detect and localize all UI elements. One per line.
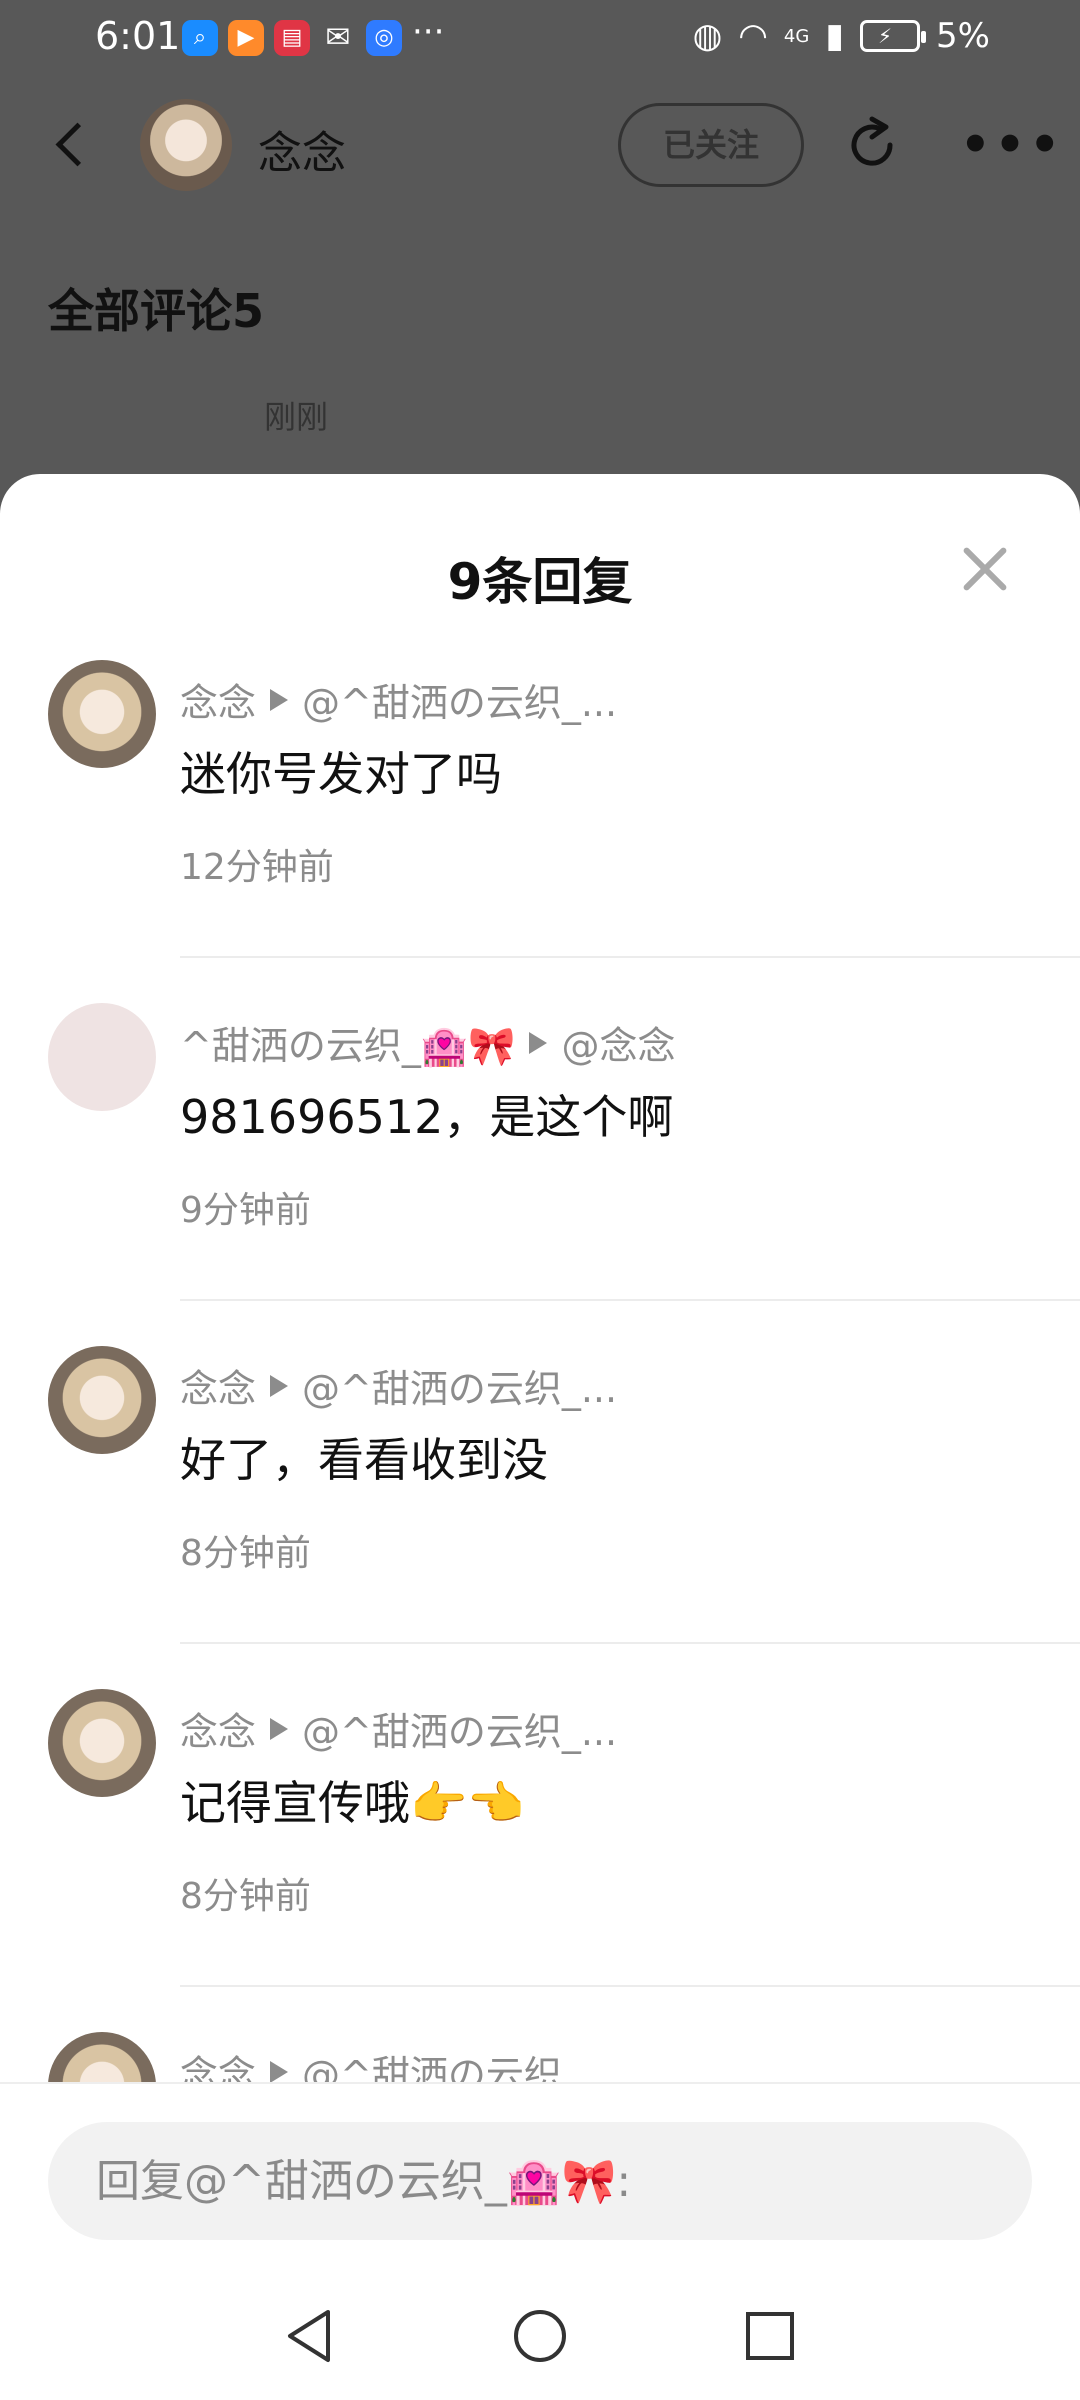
signal-icon: ▮ — [825, 16, 845, 56]
reply-text: 记得宣传哦👉👈 — [180, 1776, 525, 1830]
back-arrow-icon[interactable] — [50, 123, 94, 167]
avatar[interactable] — [48, 1346, 156, 1454]
avatar[interactable] — [48, 1689, 156, 1797]
sheet-title: 9条回复 — [447, 553, 633, 611]
reply-arrow-icon — [270, 1374, 289, 1397]
username[interactable]: 念念 — [258, 117, 346, 181]
reply-target[interactable]: @^甜洒の云织 — [302, 2044, 562, 2084]
reply-text: 好了，看看收到没 — [180, 1433, 548, 1487]
book-app-icon: ▤ — [274, 20, 310, 56]
wechat-icon: ✉ — [325, 20, 351, 55]
reply-time: 9分钟前 — [180, 1190, 311, 1231]
status-bar: 6:01 ⌕ ▶ ▤ ✉ ◎ ··· ◍ ◠ 4G ▮ ⚡ 5% — [0, 0, 1080, 80]
nav-home-icon[interactable] — [508, 2304, 572, 2368]
all-comments-heading: 全部评论5 — [48, 284, 265, 338]
divider — [180, 1985, 1080, 1987]
background-page: 6:01 ⌕ ▶ ▤ ✉ ◎ ··· ◍ ◠ 4G ▮ ⚡ 5% 念念 已关注 — [0, 0, 1080, 480]
status-right: ◍ ◠ 4G ▮ ⚡ 5% — [693, 16, 990, 56]
reply-header: ^甜洒の云织_🏩🎀 @念念 — [180, 1015, 676, 1070]
search-app-icon: ⌕ — [182, 20, 218, 56]
top-bar: 念念 已关注 ••• — [0, 95, 1080, 195]
browser-app-icon: ◎ — [366, 20, 402, 56]
divider — [180, 1299, 1080, 1301]
reply-author[interactable]: 念念 — [180, 1358, 256, 1413]
reply-item[interactable]: ^甜洒の云织_🏩🎀 @念念 981696512，是这个啊 9分钟前 — [0, 1003, 1080, 1346]
system-nav-bar — [0, 2280, 1080, 2390]
reply-author[interactable]: 念念 — [180, 672, 256, 727]
reply-author[interactable]: 念念 — [180, 1701, 256, 1756]
reply-author[interactable]: 念念 — [180, 2044, 256, 2084]
reply-item[interactable]: 念念 @^甜洒の云织_... 好了，看看收到没 8分钟前 — [0, 1346, 1080, 1689]
reply-target[interactable]: @^甜洒の云织_... — [302, 1358, 617, 1413]
volte-icon: ◍ — [692, 16, 723, 56]
reply-time: 12分钟前 — [180, 847, 334, 888]
reply-arrow-icon — [270, 2060, 289, 2083]
reply-item[interactable]: 念念 @^甜洒の云织 — [0, 2032, 1080, 2084]
reply-arrow-icon — [270, 688, 289, 711]
reply-arrow-icon — [529, 1031, 548, 1054]
nav-back-icon[interactable] — [278, 2304, 342, 2368]
reply-header: 念念 @^甜洒の云织 — [180, 2044, 562, 2084]
wifi-icon: ◠ — [738, 16, 768, 56]
reply-target[interactable]: @^甜洒の云织_... — [302, 1701, 617, 1756]
divider — [180, 956, 1080, 958]
comment-timestamp: 刚刚 — [264, 398, 329, 436]
reply-item[interactable]: 念念 @^甜洒の云织_... 迷你号发对了吗 12分钟前 — [0, 660, 1080, 1003]
more-notifications: ··· — [412, 12, 445, 52]
replies-sheet: 9条回复 念念 @^甜洒の云织_... 迷你号发对了吗 12分钟前 ^甜洒の云织… — [0, 474, 1080, 2400]
reply-header: 念念 @^甜洒の云织_... — [180, 672, 617, 727]
close-icon[interactable] — [960, 544, 1010, 594]
reply-arrow-icon — [270, 1717, 289, 1740]
follow-button[interactable]: 已关注 — [618, 103, 804, 187]
reply-item[interactable]: 念念 @^甜洒の云织_... 记得宣传哦👉👈 8分钟前 — [0, 1689, 1080, 2032]
reply-time: 8分钟前 — [180, 1533, 311, 1574]
status-time: 6:01 — [95, 14, 181, 58]
reply-text: 迷你号发对了吗 — [180, 747, 502, 801]
avatar[interactable] — [48, 660, 156, 768]
battery-icon: ⚡ — [860, 20, 927, 52]
reply-author[interactable]: ^甜洒の云织_🏩🎀 — [180, 1015, 515, 1070]
reply-header: 念念 @^甜洒の云织_... — [180, 1701, 617, 1756]
reply-footer — [0, 2082, 1080, 2400]
reply-input[interactable] — [48, 2122, 1032, 2240]
avatar[interactable] — [48, 2032, 156, 2084]
reply-list: 念念 @^甜洒の云织_... 迷你号发对了吗 12分钟前 ^甜洒の云织_🏩🎀 @… — [0, 660, 1080, 2084]
more-icon[interactable]: ••• — [960, 117, 1064, 173]
notification-icons: ⌕ ▶ ▤ ✉ ◎ — [182, 20, 402, 56]
avatar[interactable] — [48, 1003, 156, 1111]
nav-recent-icon[interactable] — [738, 2304, 802, 2368]
divider — [180, 1642, 1080, 1644]
reply-text: 981696512，是这个啊 — [180, 1090, 674, 1144]
reply-time: 8分钟前 — [180, 1876, 311, 1917]
share-icon[interactable] — [842, 115, 902, 175]
network-type: 4G — [783, 25, 810, 47]
reply-target[interactable]: @^甜洒の云织_... — [302, 672, 617, 727]
user-avatar[interactable] — [140, 99, 232, 191]
video-app-icon: ▶ — [228, 20, 264, 56]
reply-target[interactable]: @念念 — [561, 1015, 675, 1070]
reply-header: 念念 @^甜洒の云织_... — [180, 1358, 617, 1413]
battery-percent: 5% — [936, 16, 990, 56]
